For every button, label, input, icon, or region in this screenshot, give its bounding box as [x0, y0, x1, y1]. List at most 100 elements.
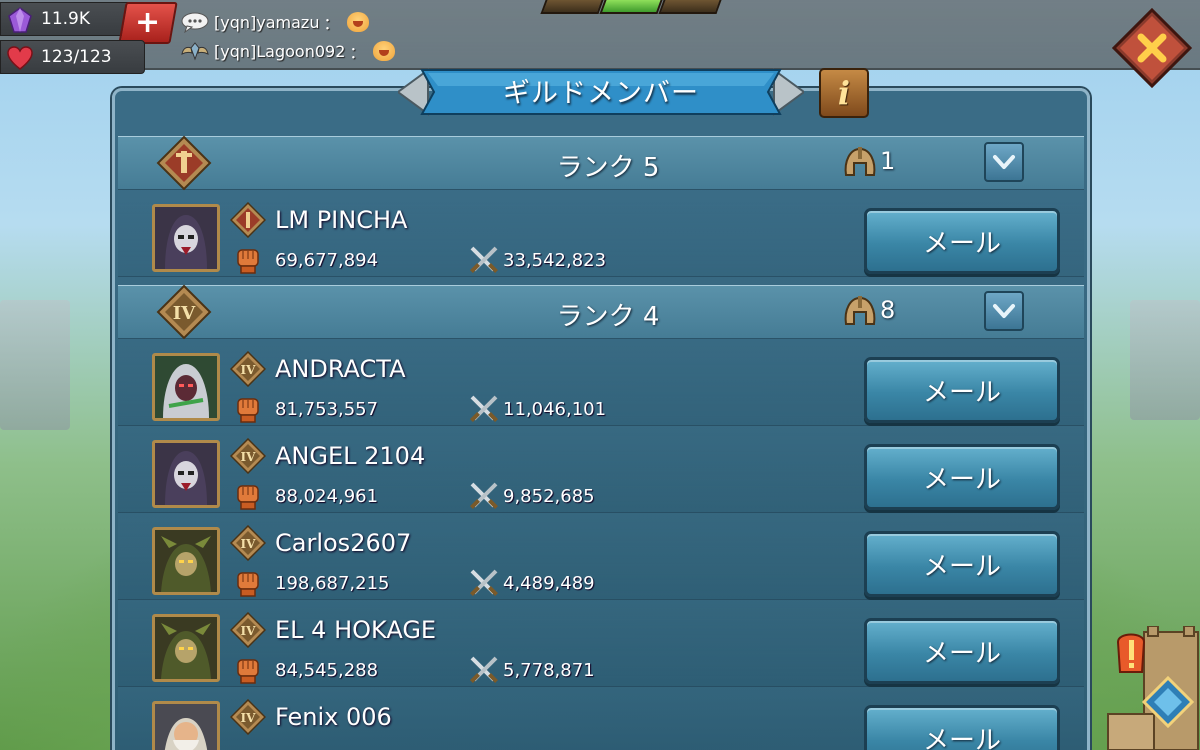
gem-icon	[8, 7, 32, 33]
member-row[interactable]: IV Carlos2607 198,687,215 4,489,489 メール	[118, 513, 1084, 600]
info-icon: i	[837, 74, 851, 112]
rank-member-count: 1	[880, 147, 896, 175]
rank-header-4: IV ランク 4 8	[118, 284, 1084, 340]
rank-5-emblem-icon	[156, 135, 212, 191]
rank-title: ランク 4	[556, 302, 660, 332]
member-avatar[interactable]	[152, 353, 220, 421]
member-name: EL 4 HOKAGE	[275, 616, 437, 644]
mail-button[interactable]: メール	[864, 618, 1060, 684]
crossed-swords-icon	[470, 482, 498, 509]
page-indicator[interactable]	[658, 0, 722, 14]
might-fist-icon	[237, 398, 259, 423]
member-row[interactable]: LM PINCHA 69,677,894 33,542,823 メール	[118, 190, 1084, 277]
svg-text:IV: IV	[241, 363, 257, 377]
svg-text:IV: IV	[241, 711, 257, 725]
page-indicator[interactable]	[540, 0, 604, 14]
member-kills: 9,852,685	[503, 486, 595, 507]
member-name: Fenix 006	[275, 703, 392, 731]
member-name: ANGEL 2104	[275, 442, 426, 470]
svg-text:IV: IV	[241, 624, 257, 638]
helmet-icon	[844, 147, 876, 176]
member-row[interactable]: IV EL 4 HOKAGE 84,545,288 5,778,871 メール	[118, 600, 1084, 687]
chat-user: [yqn]yamazu	[214, 12, 320, 32]
hooded-reaper-avatar-icon	[155, 443, 217, 505]
chat-line[interactable]: [yqn]yamazu：	[180, 10, 370, 34]
crossed-swords-icon	[470, 246, 498, 273]
page-indicator-active[interactable]	[599, 0, 663, 14]
member-kills: 11,046,101	[503, 399, 607, 420]
chevron-down-icon	[993, 304, 1015, 318]
rank-collapse-toggle[interactable]	[984, 291, 1024, 331]
member-avatar[interactable]	[152, 701, 220, 750]
rank-4-badge-icon: IV	[230, 612, 266, 648]
member-avatar[interactable]	[152, 614, 220, 682]
chevron-down-icon	[993, 155, 1015, 169]
rank-4-badge-icon: IV	[230, 699, 266, 735]
old-sage-avatar-icon	[155, 704, 217, 750]
rank-4-badge-icon: IV	[230, 351, 266, 387]
chat-line[interactable]: [yqn]Lagoon092：	[180, 39, 396, 63]
might-fist-icon	[237, 659, 259, 684]
chat-separator: ：	[349, 43, 366, 62]
member-name: Carlos2607	[275, 529, 412, 557]
member-might: 84,545,288	[275, 660, 379, 681]
goblin-hero-avatar-icon	[155, 530, 217, 592]
guild-rank-wings-icon	[181, 42, 209, 61]
grin-emoji-icon	[373, 41, 396, 61]
add-gems-button[interactable]: +	[118, 2, 178, 44]
plus-icon: +	[135, 5, 161, 40]
member-row[interactable]: IV ANGEL 2104 88,024,961 9,852,685 メール	[118, 426, 1084, 513]
chat-user: [yqn]Lagoon092	[214, 41, 346, 61]
rank-collapse-toggle[interactable]	[984, 142, 1024, 182]
crossed-swords-icon	[470, 656, 498, 683]
member-row[interactable]: IV ANDRACTA 81,753,557 11,046,101 メール	[118, 339, 1084, 426]
hooded-reaper-avatar-icon	[155, 207, 217, 269]
member-avatar[interactable]	[152, 440, 220, 508]
close-button[interactable]	[1112, 8, 1192, 88]
panel-title: ギルドメンバー	[503, 77, 699, 109]
grin-emoji-icon	[347, 12, 370, 32]
member-row[interactable]: IV Fenix 006 メール	[118, 687, 1084, 750]
svg-text:IV: IV	[241, 537, 257, 551]
crossed-swords-icon	[470, 569, 498, 596]
gem-counter: 11.9K	[0, 2, 132, 36]
rank-4-emblem-icon: IV	[156, 284, 212, 340]
mail-button[interactable]: メール	[864, 705, 1060, 750]
speech-bubble-icon	[181, 12, 209, 33]
helmet-icon	[844, 296, 876, 325]
member-kills: 5,778,871	[503, 660, 595, 681]
might-fist-icon	[237, 249, 259, 274]
background-ruin-left	[0, 300, 70, 430]
member-might: 88,024,961	[275, 486, 379, 507]
mail-button[interactable]: メール	[864, 208, 1060, 274]
mail-button[interactable]: メール	[864, 531, 1060, 597]
stamina-count: 123/123	[41, 47, 112, 67]
quest-alert-icon[interactable]	[1104, 626, 1200, 750]
member-name: ANDRACTA	[275, 355, 406, 383]
info-button[interactable]: i	[819, 68, 869, 118]
member-kills: 4,489,489	[503, 573, 595, 594]
member-name: LM PINCHA	[275, 206, 408, 234]
background-ruin-right	[1130, 300, 1200, 420]
member-kills: 33,542,823	[503, 250, 607, 271]
chat-separator: ：	[323, 14, 340, 33]
rank-5-badge-icon	[230, 202, 266, 238]
gem-count: 11.9K	[41, 9, 90, 29]
rank-title: ランク 5	[556, 153, 660, 183]
rank-member-count: 8	[880, 296, 896, 324]
mail-button[interactable]: メール	[864, 357, 1060, 423]
mail-button[interactable]: メール	[864, 444, 1060, 510]
rank-4-badge-icon: IV	[230, 525, 266, 561]
crossed-swords-icon	[470, 395, 498, 422]
might-fist-icon	[237, 572, 259, 597]
goblin-hero-avatar-icon	[155, 617, 217, 679]
rank-header-5: ランク 5 1	[118, 135, 1084, 191]
might-fist-icon	[237, 485, 259, 510]
svg-text:IV: IV	[241, 450, 257, 464]
member-might: 81,753,557	[275, 399, 379, 420]
member-avatar[interactable]	[152, 204, 220, 272]
rank-4-badge-icon: IV	[230, 438, 266, 474]
member-might: 69,677,894	[275, 250, 379, 271]
stamina-counter: 123/123	[0, 40, 145, 74]
member-avatar[interactable]	[152, 527, 220, 595]
